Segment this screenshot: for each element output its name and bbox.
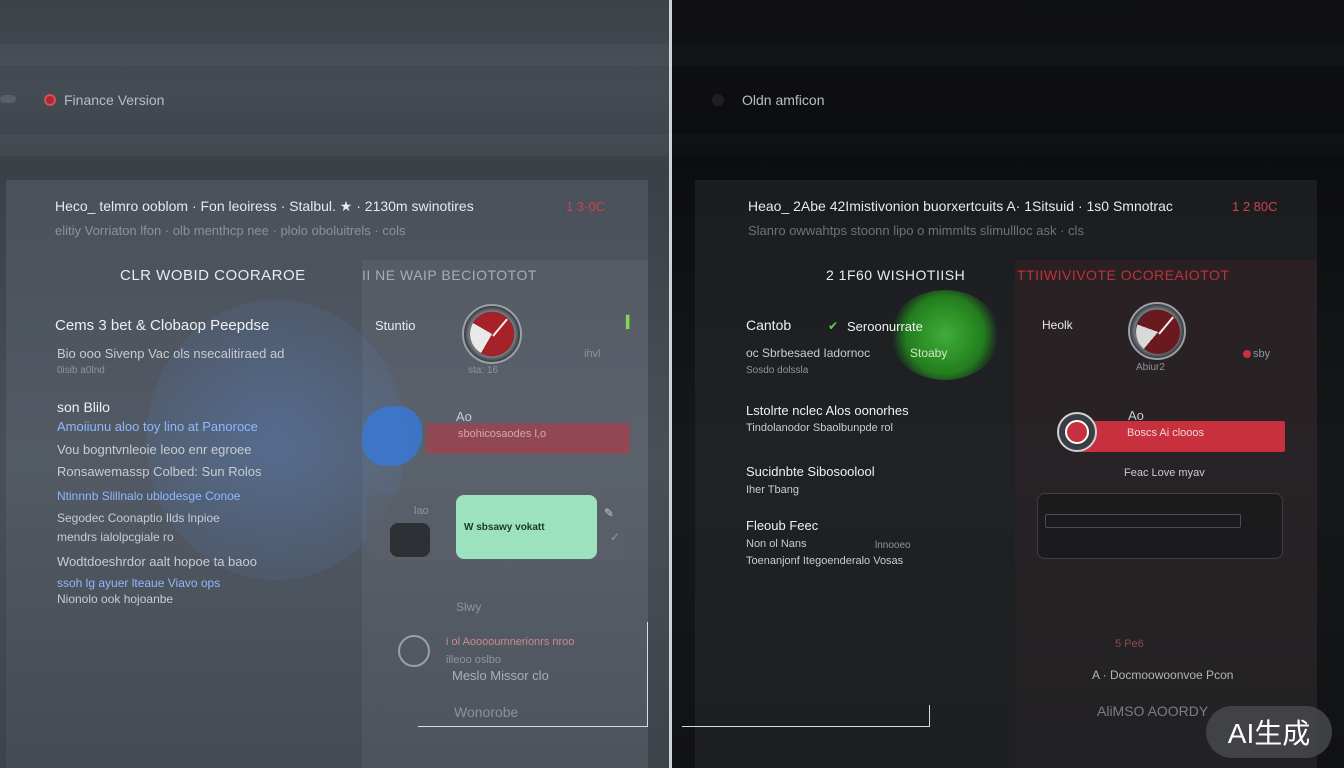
block2-line: Segodec Coonaptio Ilds lnpioe (57, 511, 220, 525)
block1-line: Bio ooo Sivenp Vac ols nsecalitiraed ad (57, 346, 285, 361)
status-gauge (462, 304, 522, 364)
block2-title: Lstolrte nclec Alos oonorhes (746, 403, 909, 418)
block4-line: Non ol Nans (746, 538, 807, 550)
bottom-line: i ol Aooooumnerionrs nroo (446, 636, 575, 648)
bottom-tab[interactable] (682, 705, 930, 727)
band (0, 134, 669, 156)
small-label: Slwy (456, 600, 482, 614)
band (672, 44, 1344, 66)
record-button[interactable] (1057, 412, 1097, 452)
block2-line: Tindolanodor Sbaolbunpde rol (746, 422, 893, 434)
main-card: Heco_ telmro ooblom · Fon leoiress · Sta… (6, 180, 648, 768)
ai-watermark: AI生成 (1206, 706, 1332, 758)
bottom-line: illeoo oslbo (446, 654, 502, 666)
block1-meta: Sosdo dolssla (746, 365, 809, 376)
block1-title: Cantob (746, 317, 792, 333)
left-panel: Finance Version Heco_ telmro ooblom · Fo… (0, 0, 669, 768)
status-gauge (1128, 302, 1186, 360)
green-action-button[interactable]: W sbsawy vokatt (456, 495, 597, 559)
bar-text: sbohicosaodes l,o (458, 428, 547, 440)
block2-line: Nionolo ook hojoanbe (57, 592, 174, 606)
section-title-left: 2 1F60 WISHOTIISH (826, 267, 966, 283)
card-header-badge: 1 3·0C (566, 199, 606, 214)
block4-title: Fleoub Feec (746, 518, 819, 533)
block1-meta: 0isib a0lnd (57, 365, 105, 376)
gauge-label: Abiur2 (1136, 362, 1165, 373)
section-title-right: II NE WAIP BECIOTOTOT (362, 267, 537, 283)
status-label: Stuntio (375, 318, 416, 333)
gauge-label: sta: 16 (468, 365, 499, 376)
block2-line: mendrs ialolpcgiale ro (57, 530, 174, 544)
block2-line: Wodtdoeshrdor aalt hopoe ta baoo (57, 554, 257, 569)
bar-label: Ao (456, 409, 472, 424)
card-header-badge: 1 2 80C (1232, 199, 1278, 214)
block4-line: Toenanjonf Itegoenderalo Vosas (746, 555, 904, 567)
record-icon[interactable] (398, 635, 430, 667)
card-header-title: Heco_ telmro ooblom · Fon leoiress · Sta… (55, 198, 474, 214)
section-title-right: TTIIWIVIVOTE OCOREAIOTOT (1017, 267, 1230, 283)
window-title: Oldn amficon (742, 92, 825, 108)
side-label: sby (1253, 348, 1271, 360)
green-shape (890, 290, 1000, 380)
side-label: ihvl (584, 348, 601, 360)
block1-title: Cems 3 bet & Clobaop Peepdse (55, 317, 270, 334)
block2-line: Ronsawemassp Colbed: Sun Rolos (57, 464, 262, 479)
right-panel: Oldn amficon Heao_ 2Abe 42Imistivonion b… (672, 0, 1344, 768)
status-label: Heolk (1042, 318, 1073, 332)
field-label: Feac Love myav (1124, 467, 1205, 479)
check-icon[interactable]: ✓ (610, 530, 620, 544)
app-logo-icon (712, 94, 724, 106)
block2-line[interactable]: Amoiiunu aloo toy lino at Panoroce (57, 419, 258, 434)
block1-line-tag: Stoaby (910, 346, 948, 360)
edit-icon[interactable]: ✎ (604, 506, 614, 520)
band (672, 134, 1344, 156)
flag-icon: ▍ (626, 315, 636, 329)
block1-line: oc Sbrbesaed Iadornoc (746, 346, 871, 360)
bar-text: Boscs Ai clooos (1127, 427, 1205, 439)
block2-line[interactable]: Ntinnnb Slillnalo ublodesge Conoe (57, 489, 240, 503)
status-dot-icon (1243, 350, 1251, 358)
bottom-button[interactable]: AliMSO AOORDY (1097, 703, 1208, 719)
check-icon: ✔ (828, 319, 839, 333)
card-header-title: Heao_ 2Abe 42Imistivonion buorxertcuits … (748, 198, 1173, 214)
bottom-button[interactable]: Wonorobe (454, 704, 518, 720)
blue-shape (362, 406, 422, 466)
bottom-line: 5 Pe6 (1115, 638, 1144, 650)
block4-tag: lnnooeo (875, 540, 911, 551)
window-title: Finance Version (64, 92, 165, 108)
block3-title: Sucidnbte Sibosoolool (746, 464, 875, 479)
section-title-left: CLR WOBID COORAROE (120, 267, 306, 284)
bottom-line: A · Docmoowoonvoe Pcon (1092, 668, 1234, 682)
block3-line: Iher Tbang (746, 484, 800, 496)
block2-title: son Blilo (57, 399, 110, 415)
band (0, 44, 669, 66)
app-logo-icon (44, 94, 56, 106)
block1-title-secondary: Seroonurrate (847, 319, 923, 334)
bottom-line: Meslo Missor clo (452, 668, 549, 683)
toggle-switch[interactable] (390, 523, 430, 557)
input-inner[interactable] (1045, 514, 1241, 528)
toggle-label: lao (414, 505, 429, 517)
main-card: Heao_ 2Abe 42Imistivonion buorxertcuits … (695, 180, 1317, 768)
card-header-subtitle: elitiy Vorriaton lfon · olb menthcp nee … (55, 223, 406, 238)
menu-icon[interactable] (0, 95, 16, 103)
card-header-subtitle: Slanro owwahtps stoonn lipo o mimmlts sl… (748, 223, 1084, 238)
block2-line[interactable]: ssoh lg ayuer lteaue Viavo ops (57, 576, 220, 590)
block2-line: Vou bogntvnleoie leoo enr egroee (57, 442, 252, 457)
